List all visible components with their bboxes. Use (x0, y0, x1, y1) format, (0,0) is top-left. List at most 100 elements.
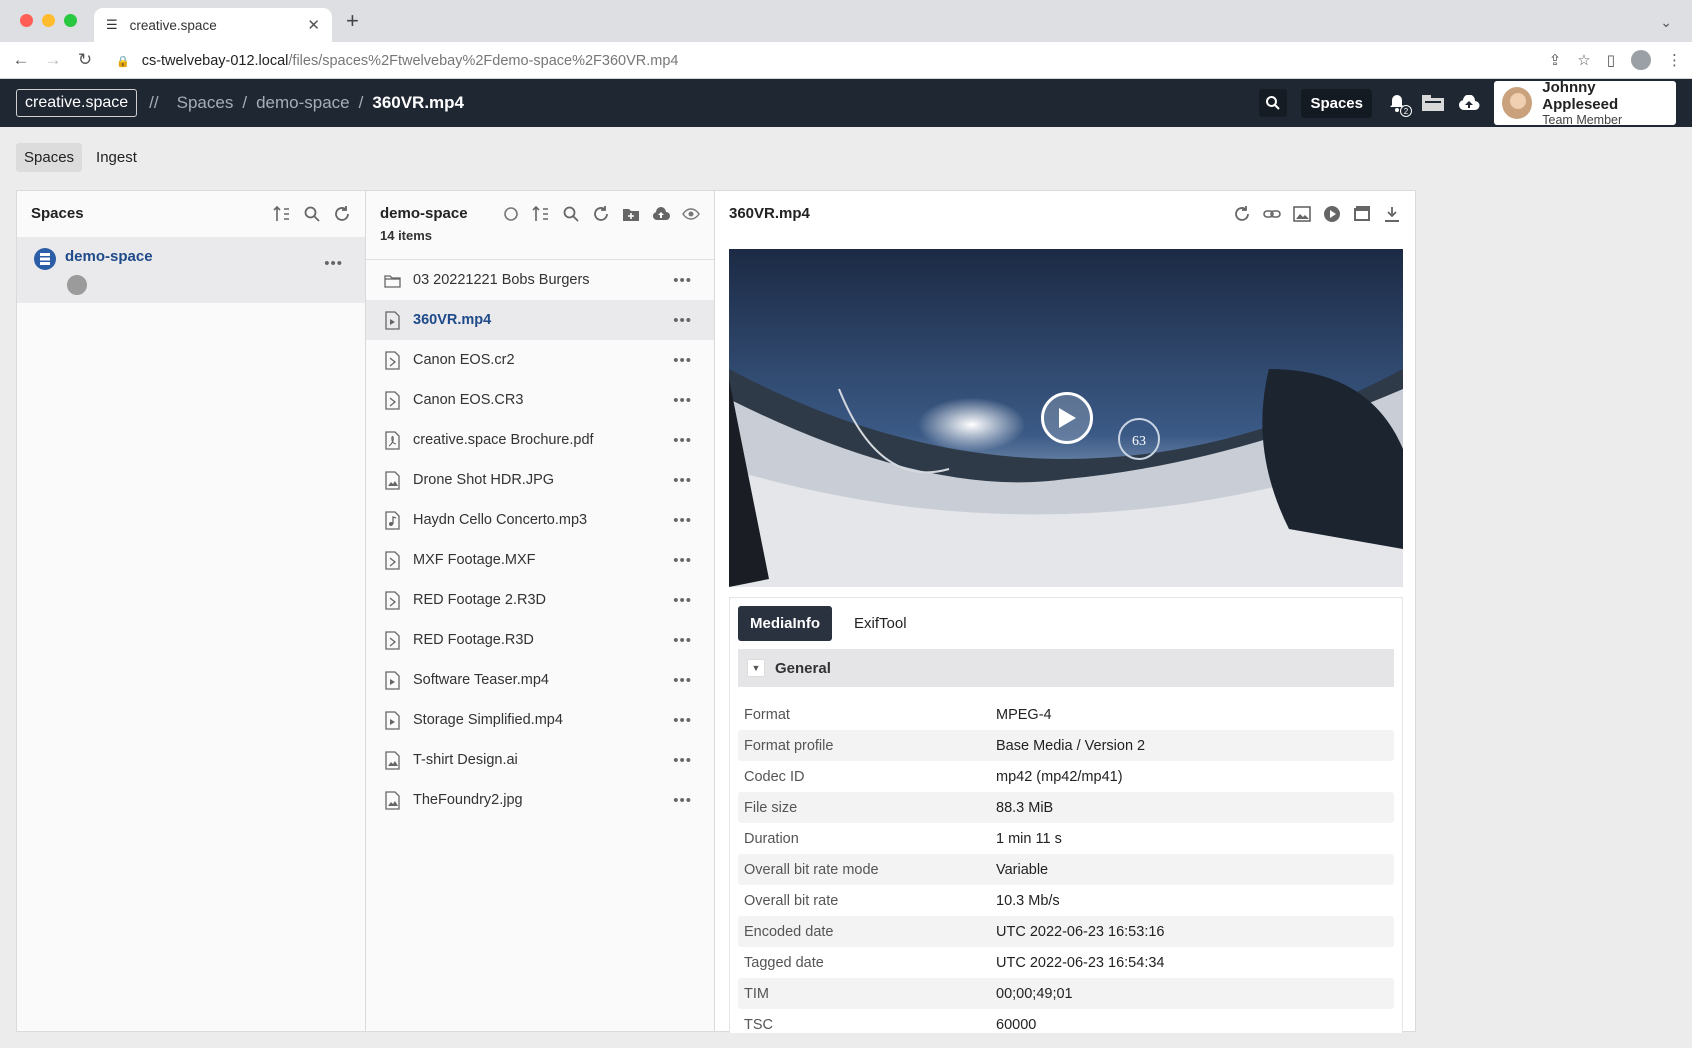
sort-icon[interactable] (273, 205, 291, 223)
new-tab-button[interactable]: + (346, 10, 359, 32)
file-name[interactable]: TheFoundry2.jpg (413, 792, 523, 808)
refresh-icon[interactable] (1233, 205, 1251, 223)
refresh-icon[interactable] (333, 205, 351, 223)
more-options-icon[interactable]: ••• (673, 472, 692, 489)
file-name[interactable]: MXF Footage.MXF (413, 552, 535, 568)
more-options-icon[interactable]: ••• (673, 312, 692, 329)
tab-spaces[interactable]: Spaces (16, 143, 83, 172)
address-bar[interactable]: 🔒 cs-twelvebay-012.local/files/spaces%2F… (116, 50, 1606, 72)
space-name[interactable]: demo-space (65, 248, 153, 265)
metadata-value: MPEG-4 (996, 706, 1052, 723)
file-row[interactable]: Drone Shot HDR.JPG ••• (366, 460, 714, 500)
file-name[interactable]: Software Teaser.mp4 (413, 672, 549, 688)
file-row[interactable]: 360VR.mp4 ••• (366, 300, 714, 340)
zoom-window-button[interactable] (64, 14, 77, 27)
file-name[interactable]: 03 20221221 Bobs Burgers (413, 272, 590, 288)
file-name[interactable]: Storage Simplified.mp4 (413, 712, 563, 728)
file-name[interactable]: 360VR.mp4 (413, 312, 491, 328)
spaces-button[interactable]: Spaces (1301, 88, 1372, 118)
file-row[interactable]: RED Footage 2.R3D ••• (366, 580, 714, 620)
upload-cloud-icon[interactable] (652, 205, 670, 223)
more-options-icon[interactable]: ••• (673, 592, 692, 609)
breadcrumb-spaces[interactable]: Spaces (177, 93, 234, 113)
more-options-icon[interactable]: ••• (673, 432, 692, 449)
sidebar-icon[interactable]: ▯ (1607, 51, 1615, 69)
file-row[interactable]: 03 20221221 Bobs Burgers ••• (366, 260, 714, 300)
forward-arrow-icon[interactable]: → (41, 48, 65, 72)
close-tab-icon[interactable]: ✕ (307, 16, 320, 34)
file-row[interactable]: Software Teaser.mp4 ••• (366, 660, 714, 700)
file-row[interactable]: RED Footage.R3D ••• (366, 620, 714, 660)
more-options-icon[interactable]: ••• (673, 632, 692, 649)
file-row[interactable]: Haydn Cello Concerto.mp3 ••• (366, 500, 714, 540)
new-folder-icon[interactable] (622, 205, 640, 223)
eye-icon[interactable] (682, 205, 700, 223)
refresh-icon[interactable] (592, 205, 610, 223)
more-options-icon[interactable]: ••• (673, 392, 692, 409)
kebab-menu-icon[interactable]: ⋮ (1667, 51, 1682, 69)
more-options-icon[interactable]: ••• (673, 792, 692, 809)
more-options-icon[interactable]: ••• (673, 552, 692, 569)
chevron-down-icon[interactable]: ▼ (747, 659, 765, 677)
image-icon[interactable] (1293, 205, 1311, 223)
more-options-icon[interactable]: ••• (673, 752, 692, 769)
user-role: Team Member (1542, 113, 1623, 127)
file-name[interactable]: creative.space Brochure.pdf (413, 432, 594, 448)
breadcrumb-demo-space[interactable]: demo-space (256, 93, 350, 113)
file-row[interactable]: Storage Simplified.mp4 ••• (366, 700, 714, 740)
play-circle-icon[interactable] (1323, 205, 1341, 223)
bookmark-star-icon[interactable]: ☆ (1577, 51, 1590, 69)
file-row[interactable]: TheFoundry2.jpg ••• (366, 780, 714, 820)
back-arrow-icon[interactable]: ← (9, 48, 33, 72)
tab-mediainfo[interactable]: MediaInfo (738, 606, 832, 641)
file-row[interactable]: Canon EOS.cr2 ••• (366, 340, 714, 380)
more-options-icon[interactable]: ••• (673, 672, 692, 689)
tab-ingest[interactable]: Ingest (88, 143, 145, 172)
close-window-button[interactable] (20, 14, 33, 27)
sort-icon[interactable] (532, 205, 550, 223)
file-name[interactable]: Haydn Cello Concerto.mp3 (413, 512, 587, 528)
file-row[interactable]: Canon EOS.CR3 ••• (366, 380, 714, 420)
more-options-icon[interactable]: ••• (324, 255, 343, 272)
more-options-icon[interactable]: ••• (673, 352, 692, 369)
user-name: Johnny Appleseed (1542, 79, 1619, 113)
file-row[interactable]: T-shirt Design.ai ••• (366, 740, 714, 780)
upload-cloud-icon[interactable] (1458, 92, 1480, 114)
share-icon[interactable]: ⇪ (1549, 51, 1562, 69)
search-icon[interactable] (303, 205, 321, 223)
file-name[interactable]: RED Footage 2.R3D (413, 592, 546, 608)
metadata-row: Duration 1 min 11 s (738, 823, 1394, 854)
file-name[interactable]: Drone Shot HDR.JPG (413, 472, 554, 488)
tab-list-chevron-icon[interactable]: ⌄ (1660, 14, 1672, 31)
download-icon[interactable] (1383, 205, 1401, 223)
play-button[interactable] (1041, 392, 1093, 444)
profile-avatar-icon[interactable] (1631, 50, 1651, 70)
user-menu[interactable]: Johnny Appleseed Team Member (1494, 79, 1676, 127)
file-name[interactable]: Canon EOS.cr2 (413, 352, 515, 368)
gallery-icon[interactable] (1353, 205, 1371, 223)
file-row[interactable]: MXF Footage.MXF ••• (366, 540, 714, 580)
search-icon[interactable] (562, 205, 580, 223)
select-circle-icon[interactable] (502, 205, 520, 223)
file-name[interactable]: T-shirt Design.ai (413, 752, 518, 768)
notifications-button[interactable]: 2 (1386, 92, 1412, 117)
search-button[interactable] (1259, 89, 1288, 117)
browser-tab[interactable]: ☰ creative.space ✕ (94, 8, 332, 42)
folder-browser-icon[interactable] (1422, 92, 1444, 114)
more-options-icon[interactable]: ••• (673, 512, 692, 529)
file-row[interactable]: creative.space Brochure.pdf ••• (366, 420, 714, 460)
file-name[interactable]: RED Footage.R3D (413, 632, 534, 648)
section-general-header[interactable]: ▼ General (738, 649, 1394, 687)
tab-exiftool[interactable]: ExifTool (842, 606, 919, 641)
more-options-icon[interactable]: ••• (673, 712, 692, 729)
brand-logo[interactable]: creative.space (16, 89, 138, 117)
file-name[interactable]: Canon EOS.CR3 (413, 392, 523, 408)
reload-icon[interactable]: ↻ (73, 48, 97, 72)
minimize-window-button[interactable] (42, 14, 55, 27)
space-database-icon (34, 248, 56, 270)
video-preview[interactable]: 63 (729, 249, 1403, 587)
space-item-demo-space[interactable]: demo-space ••• (17, 237, 365, 303)
more-options-icon[interactable]: ••• (673, 272, 692, 289)
metadata-row: Tagged date UTC 2022-06-23 16:54:34 (738, 947, 1394, 978)
link-icon[interactable] (1263, 205, 1281, 223)
